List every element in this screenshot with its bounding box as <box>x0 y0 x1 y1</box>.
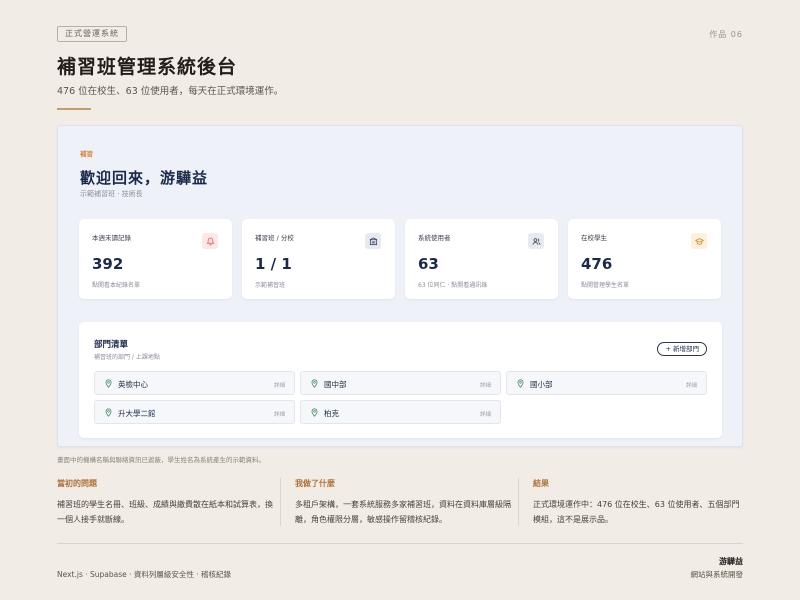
department-name: 柏克 <box>324 409 339 418</box>
stat-card-branches[interactable]: 補習班 / 分校 1 / 1 示範補習班 <box>242 219 395 299</box>
map-pin-icon <box>311 379 318 388</box>
stat-subtext: 點開管理學生名單 <box>581 282 630 289</box>
status-tag: 正式營運系統 <box>57 26 127 42</box>
map-pin-icon <box>105 379 112 388</box>
department-name: 英檢中心 <box>118 380 148 389</box>
column-heading: 我做了什麼 <box>295 479 335 488</box>
department-item[interactable]: 國中部 詳細 <box>300 371 501 395</box>
department-item[interactable]: 升大學二館 詳細 <box>94 400 295 424</box>
users-icon <box>528 233 544 249</box>
eyebrow-label: 補習 <box>80 150 93 158</box>
column-heading: 結果 <box>533 479 549 488</box>
department-name: 國中部 <box>324 380 347 389</box>
page-title: 補習班管理系統後台 <box>57 56 238 78</box>
stat-label: 補習班 / 分校 <box>255 234 294 242</box>
stat-card-unread-records[interactable]: 本週未讀記錄 392 點開看本紀錄名單 <box>79 219 232 299</box>
department-detail-link[interactable]: 詳細 <box>274 381 285 389</box>
footer-divider <box>57 543 743 544</box>
stat-card-users[interactable]: 系統使用者 63 63 位同仁 · 點開看通訊錄 <box>405 219 558 299</box>
stat-subtext: 示範補習班 <box>255 282 286 289</box>
department-detail-link[interactable]: 詳細 <box>274 410 285 418</box>
column-text: 補習班的學生名冊、班級、成績與繳費散在紙本和試算表，換一個人接手就斷線。 <box>57 500 273 524</box>
department-list-card: 部門清單 補習班的部門 / 上課地點 + 新增部門 英檢中心 詳細 國中部 詳細… <box>79 322 722 438</box>
stat-card-students[interactable]: 在校學生 476 點開管理學生名單 <box>568 219 721 299</box>
org-role-line: 示範補習班 · 技術長 <box>80 190 143 198</box>
stat-subtext: 點開看本紀錄名單 <box>92 282 141 289</box>
stat-label: 在校學生 <box>581 234 607 242</box>
department-item[interactable]: 國小部 詳細 <box>506 371 707 395</box>
column-heading: 當初的問題 <box>57 479 97 488</box>
welcome-heading: 歡迎回來，游驊益 <box>80 169 209 187</box>
tech-stack: Next.js · Supabase · 資料列層級安全性 · 稽核紀錄 <box>57 570 232 579</box>
stat-value: 392 <box>92 255 124 273</box>
map-pin-icon <box>311 408 318 417</box>
map-pin-icon <box>105 408 112 417</box>
department-detail-link[interactable]: 詳細 <box>480 410 491 418</box>
stat-value: 63 <box>418 255 439 273</box>
department-name: 國小部 <box>530 380 553 389</box>
department-name: 升大學二館 <box>118 409 156 418</box>
department-item[interactable]: 柏克 詳細 <box>300 400 501 424</box>
department-item[interactable]: 英檢中心 詳細 <box>94 371 295 395</box>
screenshot-caption: 畫面中的機構名稱與聯絡資訊已遮蔽，學生姓名為系統產生的示範資料。 <box>57 456 265 464</box>
add-department-button[interactable]: + 新增部門 <box>657 342 707 356</box>
graduation-cap-icon <box>691 233 707 249</box>
column-text: 多租戶架構，一套系統服務多家補習班，資料在資料庫層級隔離，角色權限分層，敏感操作… <box>295 500 511 524</box>
problem-column: 當初的問題 補習班的學生名冊、班級、成績與繳費散在紙本和試算表，換一個人接手就斷… <box>57 478 277 527</box>
department-list-description: 補習班的部門 / 上課地點 <box>94 354 160 361</box>
page-subtitle: 476 位在校生、63 位使用者，每天在正式環境運作。 <box>57 86 284 97</box>
stat-label: 系統使用者 <box>418 234 451 242</box>
map-pin-icon <box>517 379 524 388</box>
result-column: 結果 正式環境運作中：476 位在校生、63 位使用者、五個部門模組，這不是展示… <box>533 478 743 527</box>
accent-divider <box>57 108 91 110</box>
column-divider <box>280 478 281 526</box>
column-divider <box>518 478 519 526</box>
stat-value: 476 <box>581 255 613 273</box>
stat-subtext: 63 位同仁 · 點開看通訊錄 <box>418 282 488 289</box>
dashboard-screenshot: 補習 歡迎回來，游驊益 示範補習班 · 技術長 本週未讀記錄 392 點開看本紀… <box>57 125 743 447</box>
building-icon <box>365 233 381 249</box>
department-detail-link[interactable]: 詳細 <box>480 381 491 389</box>
solution-column: 我做了什麼 多租戶架構，一套系統服務多家補習班，資料在資料庫層級隔離，角色權限分… <box>295 478 515 527</box>
author-name: 游驊益 <box>719 557 743 566</box>
stat-label: 本週未讀記錄 <box>92 234 131 242</box>
column-text: 正式環境運作中：476 位在校生、63 位使用者、五個部門模組，這不是展示品。 <box>533 500 740 524</box>
department-list-title: 部門清單 <box>94 340 129 350</box>
bell-icon <box>202 233 218 249</box>
department-detail-link[interactable]: 詳細 <box>686 381 697 389</box>
work-number: 作品 06 <box>709 30 743 39</box>
author-role: 網站與系統開發 <box>690 570 744 579</box>
stat-value: 1 / 1 <box>255 255 292 273</box>
